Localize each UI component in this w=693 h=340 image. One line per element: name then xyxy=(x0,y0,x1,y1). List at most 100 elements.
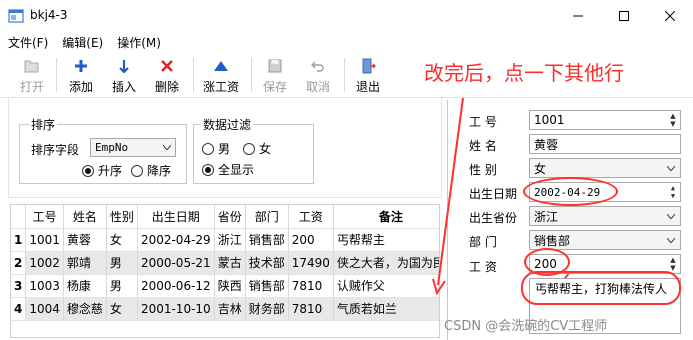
row-number[interactable]: 1 xyxy=(11,228,27,252)
table-row[interactable]: 4 1004 穆念慈 女 2001-10-10 吉林 财务部 7810 气质若如… xyxy=(11,297,439,321)
sort-group-title: 排序 xyxy=(29,116,58,133)
close-button[interactable] xyxy=(647,0,693,32)
empno-spinbox[interactable]: 1001 ▲ ▼ xyxy=(529,110,681,130)
menu-operation[interactable]: 操作(M) xyxy=(117,34,161,51)
filter-all-radio[interactable]: 全显示 xyxy=(202,161,254,178)
table-cell[interactable]: 销售部 xyxy=(245,228,289,252)
table-cell[interactable]: 丐帮帮主 xyxy=(333,228,439,252)
memo-value: 丐帮帮主，打狗棒法传人 xyxy=(534,281,667,296)
table-cell[interactable]: 2001-10-10 xyxy=(137,297,215,321)
table-cell[interactable]: 黄蓉 xyxy=(63,228,107,252)
column-header[interactable]: 省份 xyxy=(214,205,246,229)
dept-value: 销售部 xyxy=(534,233,571,248)
column-header[interactable]: 备注 xyxy=(333,205,439,229)
table-cell[interactable]: 气质若如兰 xyxy=(333,297,439,321)
toolbar-separator xyxy=(251,58,252,92)
cancel-label: 取消 xyxy=(305,80,330,94)
table-cell[interactable]: 吉林 xyxy=(214,297,246,321)
spin-arrows-icon[interactable]: ▲ ▼ xyxy=(667,111,679,129)
table-cell[interactable]: 女 xyxy=(106,228,138,252)
delete-button[interactable]: 删除 xyxy=(149,54,185,96)
province-combo[interactable]: 浙江 xyxy=(529,206,681,226)
cancel-button[interactable]: 取消 xyxy=(300,54,336,96)
spin-arrows-icon[interactable]: ▲ ▼ xyxy=(667,183,679,201)
table-cell[interactable]: 7810 xyxy=(288,274,334,298)
spin-arrows-icon[interactable]: ▲ ▼ xyxy=(667,255,679,273)
table-header-row: 工号 姓名 性别 出生日期 省份 部门 工资 备注 xyxy=(11,205,439,229)
table-row[interactable]: 2 1002 郭靖 男 2000-05-21 蒙古 技术部 17490 侠之大者… xyxy=(11,251,439,275)
name-label: 姓 名 xyxy=(469,139,497,153)
save-button[interactable]: 保存 xyxy=(257,54,293,96)
app-icon xyxy=(8,9,24,23)
filter-female-radio[interactable]: 女 xyxy=(243,140,271,157)
name-field[interactable]: 黄蓉 xyxy=(529,134,681,154)
table-cell[interactable]: 1003 xyxy=(25,274,64,298)
sort-asc-label: 升序 xyxy=(98,164,123,178)
corner-cell xyxy=(11,205,27,229)
filter-group-title: 数据过滤 xyxy=(201,116,254,133)
table-cell[interactable]: 男 xyxy=(106,274,138,298)
table-cell[interactable]: 浙江 xyxy=(214,228,246,252)
column-header[interactable]: 姓名 xyxy=(63,205,107,229)
table-cell[interactable]: 技术部 xyxy=(245,251,289,275)
column-header[interactable]: 工号 xyxy=(25,205,64,229)
table-cell[interactable]: 7810 xyxy=(288,297,334,321)
gender-combo[interactable]: 女 xyxy=(529,158,681,178)
table-row[interactable]: 3 1003 杨康 男 2000-06-12 陕西 销售部 7810 认贼作父 xyxy=(11,274,439,298)
exit-button[interactable]: 退出 xyxy=(350,54,386,96)
insert-icon xyxy=(119,60,129,73)
sort-asc-radio[interactable]: 升序 xyxy=(82,162,122,179)
dept-combo[interactable]: 销售部 xyxy=(529,230,681,250)
open-button[interactable]: 打开 xyxy=(14,54,50,96)
table-cell[interactable]: 陕西 xyxy=(214,274,246,298)
sort-desc-radio[interactable]: 降序 xyxy=(131,162,171,179)
insert-button[interactable]: 插入 xyxy=(106,54,142,96)
add-button[interactable]: 添加 xyxy=(63,54,99,96)
maximize-button[interactable] xyxy=(601,0,647,32)
table-cell[interactable]: 认贼作父 xyxy=(333,274,439,298)
row-number[interactable]: 2 xyxy=(11,251,27,275)
table-cell[interactable]: 1002 xyxy=(25,251,64,275)
insert-label: 插入 xyxy=(111,80,136,94)
row-number[interactable]: 4 xyxy=(11,297,27,321)
menu-edit[interactable]: 编辑(E) xyxy=(62,34,103,51)
table-cell[interactable]: 郭靖 xyxy=(63,251,107,275)
menu-file[interactable]: 文件(F) xyxy=(8,34,48,51)
table-cell[interactable]: 2002-04-29 xyxy=(137,228,215,252)
save-disk-icon xyxy=(268,59,282,73)
table-cell[interactable]: 2000-05-21 xyxy=(137,251,215,275)
birth-label: 出生日期 xyxy=(469,187,518,201)
empno-label: 工 号 xyxy=(469,115,497,129)
table-cell[interactable]: 女 xyxy=(106,297,138,321)
sort-field-label: 排序字段 xyxy=(31,143,80,157)
table-cell[interactable]: 200 xyxy=(288,228,334,252)
column-header[interactable]: 出生日期 xyxy=(137,205,215,229)
row-number[interactable]: 3 xyxy=(11,274,27,298)
column-header[interactable]: 部门 xyxy=(245,205,289,229)
filter-all-label: 全显示 xyxy=(218,163,255,177)
name-value: 黄蓉 xyxy=(534,137,559,152)
table-row[interactable]: 1 1001 黄蓉 女 2002-04-29 浙江 销售部 200 丐帮帮主 xyxy=(11,228,439,252)
table-cell[interactable]: 17490 xyxy=(288,251,334,275)
data-table: 工号 姓名 性别 出生日期 省份 部门 工资 备注 1 1001 黄蓉 女 20… xyxy=(11,205,439,321)
radio-checked-icon xyxy=(202,163,214,176)
table-cell[interactable]: 穆念慈 xyxy=(63,297,107,321)
radio-unchecked-icon xyxy=(202,142,214,155)
sort-field-combo[interactable]: EmpNo xyxy=(90,138,176,157)
table-cell[interactable]: 1001 xyxy=(25,228,64,252)
raise-salary-button[interactable]: 涨工资 xyxy=(199,54,243,96)
minimize-button[interactable] xyxy=(555,0,601,32)
table-cell[interactable]: 财务部 xyxy=(245,297,289,321)
table-cell[interactable]: 蒙古 xyxy=(214,251,246,275)
filter-male-radio[interactable]: 男 xyxy=(202,140,230,157)
radio-unchecked-icon xyxy=(131,164,143,177)
column-header[interactable]: 工资 xyxy=(288,205,334,229)
table-cell[interactable]: 男 xyxy=(106,251,138,275)
data-grid[interactable]: 工号 姓名 性别 出生日期 省份 部门 工资 备注 1 1001 黄蓉 女 20… xyxy=(10,204,440,338)
table-cell[interactable]: 杨康 xyxy=(63,274,107,298)
column-header[interactable]: 性别 xyxy=(106,205,138,229)
table-cell[interactable]: 1004 xyxy=(25,297,64,321)
table-cell[interactable]: 2000-06-12 xyxy=(137,274,215,298)
table-cell[interactable]: 销售部 xyxy=(245,274,289,298)
table-cell[interactable]: 侠之大者，为国为民 xyxy=(333,251,439,275)
